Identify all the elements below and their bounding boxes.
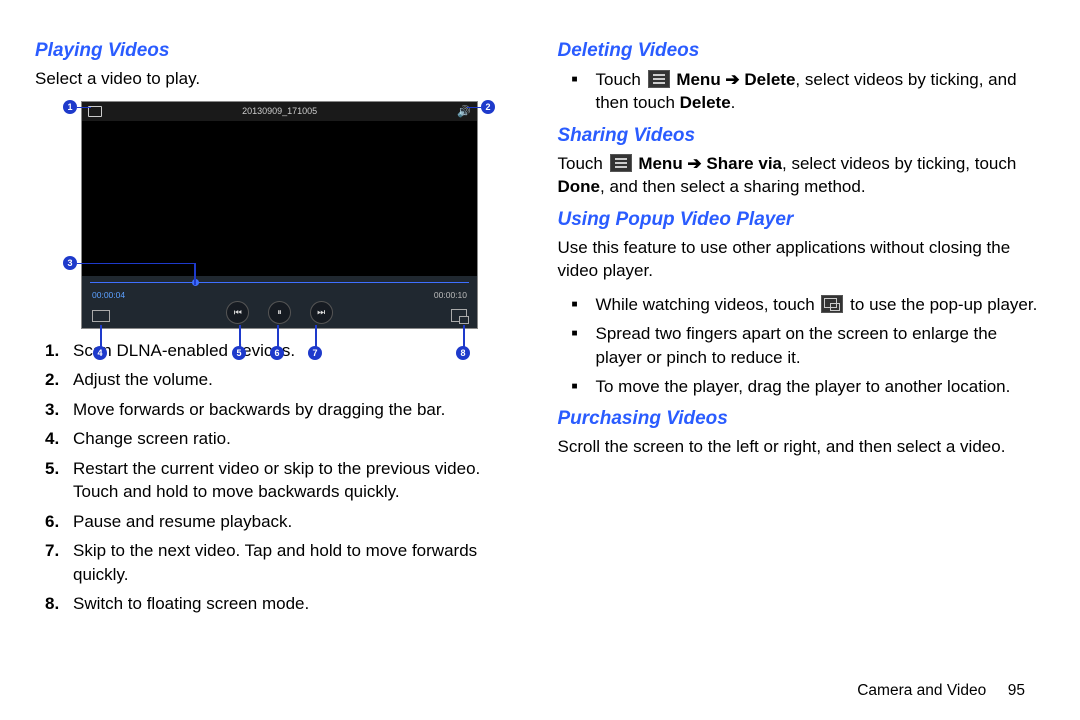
popup-intro: Use this feature to use other applicatio… — [558, 237, 1046, 283]
callout-3: 3 — [63, 256, 77, 270]
prev-button: ⏮ — [226, 301, 249, 324]
callout-1: 1 — [63, 100, 77, 114]
callout-8: 8 — [456, 346, 470, 360]
footer-page-number: 95 — [1008, 682, 1025, 699]
callout-item-6: Pause and resume playback. — [73, 510, 523, 533]
left-column: Playing Videos Select a video to play. 1… — [35, 40, 523, 700]
callout-7: 7 — [308, 346, 322, 360]
callout-item-2: Adjust the volume. — [73, 368, 523, 391]
callout-5: 5 — [232, 346, 246, 360]
popup-icon — [821, 295, 843, 313]
next-button: ⏭ — [310, 301, 333, 324]
sharing-step: Touch Menu ➔ Share via, select videos by… — [558, 153, 1046, 199]
player-titlebar: 20130909_171005 🔊 — [82, 102, 477, 121]
callout-2: 2 — [481, 100, 495, 114]
callout-list: Scan DLNA-enabled devices. Adjust the vo… — [35, 339, 523, 616]
heading-purchasing-videos: Purchasing Videos — [558, 408, 1046, 430]
right-column: Deleting Videos Touch Menu ➔ Delete, sel… — [558, 40, 1046, 700]
progress-bar — [90, 282, 469, 283]
time-elapsed: 00:00:04 — [92, 290, 125, 300]
video-viewport — [82, 121, 477, 276]
pause-button: ⏸ — [268, 301, 291, 324]
callout-4: 4 — [93, 346, 107, 360]
callout-6: 6 — [270, 346, 284, 360]
float-mode-icon — [451, 309, 467, 322]
page-footer: Camera and Video 95 — [857, 682, 1025, 700]
heading-deleting-videos: Deleting Videos — [558, 40, 1046, 62]
popup-step-2: Spread two fingers apart on the screen t… — [596, 322, 1046, 369]
footer-section: Camera and Video — [857, 682, 986, 699]
callout-item-1: Scan DLNA-enabled devices. — [73, 339, 523, 362]
callout-item-4: Change screen ratio. — [73, 427, 523, 450]
popup-step-1: While watching videos, touch to use the … — [596, 293, 1046, 316]
time-total: 00:00:10 — [434, 290, 467, 300]
menu-icon — [648, 70, 670, 88]
callout-item-8: Switch to floating screen mode. — [73, 592, 523, 615]
callout-item-3: Move forwards or backwards by dragging t… — [73, 398, 523, 421]
heading-playing-videos: Playing Videos — [35, 40, 523, 62]
purchasing-text: Scroll the screen to the left or right, … — [558, 436, 1046, 459]
video-player-diagram: 1 2 3 20130909_171005 🔊 00:00:04 00 — [63, 101, 493, 329]
popup-step-3: To move the player, drag the player to a… — [596, 375, 1046, 398]
player-controls: 00:00:04 00:00:10 ⏮ ⏸ ⏭ — [82, 276, 477, 328]
video-title: 20130909_171005 — [242, 106, 317, 116]
heading-sharing-videos: Sharing Videos — [558, 125, 1046, 147]
playing-intro: Select a video to play. — [35, 68, 523, 91]
menu-icon — [610, 154, 632, 172]
video-player: 20130909_171005 🔊 00:00:04 00:00:10 ⏮ ⏸ … — [81, 101, 478, 329]
heading-popup-player: Using Popup Video Player — [558, 209, 1046, 231]
deleting-step: Touch Menu ➔ Delete, select videos by ti… — [596, 68, 1046, 115]
callout-item-5: Restart the current video or skip to the… — [73, 457, 523, 504]
callout-item-7: Skip to the next video. Tap and hold to … — [73, 539, 523, 586]
